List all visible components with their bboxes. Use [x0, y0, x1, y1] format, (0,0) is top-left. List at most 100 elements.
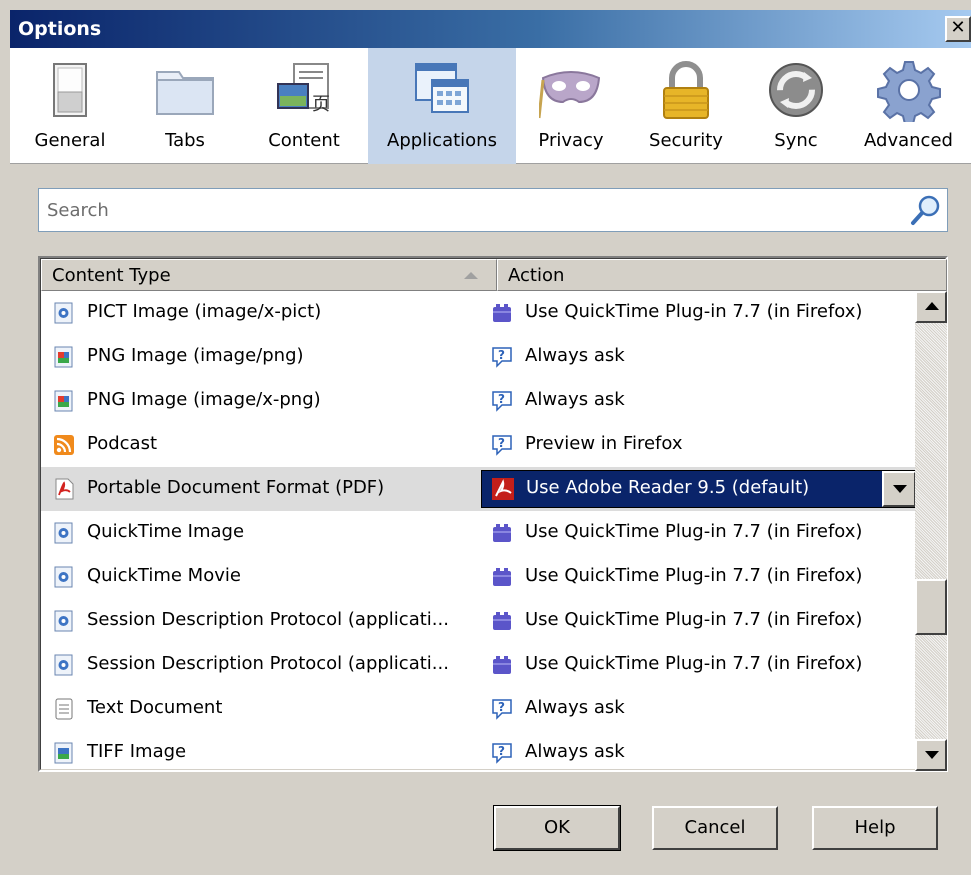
content-type-cell: QuickTime Movie: [49, 555, 479, 599]
quicktime-file-icon: [54, 522, 73, 544]
options-dialog: Options ✕ General Tabs 页 Content Applica…: [0, 0, 971, 875]
tab-security[interactable]: Security: [626, 48, 746, 164]
content-type-label: Podcast: [87, 433, 158, 454]
advanced-gear-icon: [876, 61, 941, 122]
svg-text:页: 页: [312, 94, 330, 115]
action-cell[interactable]: Use QuickTime Plug-in 7.7 (in Firefox): [487, 599, 907, 643]
action-cell[interactable]: Use QuickTime Plug-in 7.7 (in Firefox): [487, 643, 907, 687]
content-type-label: Session Description Protocol (applicati.…: [87, 609, 449, 630]
ok-button[interactable]: OK: [493, 805, 621, 851]
action-cell[interactable]: Use QuickTime Plug-in 7.7 (in Firefox): [487, 555, 907, 599]
tab-content[interactable]: 页 Content: [240, 48, 368, 164]
table-row[interactable]: Podcast ? Preview in Firefox: [41, 423, 915, 467]
options-toolbar: General Tabs 页 Content Applications Priv…: [10, 48, 971, 164]
tab-privacy[interactable]: Privacy: [516, 48, 626, 164]
action-label: Always ask: [525, 741, 625, 762]
content-type-cell: Text Document: [49, 687, 479, 731]
scroll-down-button[interactable]: [915, 739, 947, 771]
action-cell[interactable]: Use QuickTime Plug-in 7.7 (in Firefox): [487, 291, 907, 335]
table-row[interactable]: Text Document ? Always ask: [41, 687, 915, 731]
table-row-selected[interactable]: Portable Document Format (PDF) Use Adobe…: [41, 467, 915, 511]
table-frame: Content Type Action PICT Image (image/x-…: [40, 258, 947, 771]
action-dropdown[interactable]: Use Adobe Reader 9.5 (default): [481, 470, 915, 508]
search-icon[interactable]: [909, 193, 943, 227]
table-row[interactable]: PNG Image (image/png) ? Always ask: [41, 335, 915, 379]
tab-sync[interactable]: Sync: [746, 48, 846, 164]
content-type-cell: Portable Document Format (PDF): [49, 467, 479, 511]
content-type-label: QuickTime Image: [87, 521, 245, 542]
arrow-down-icon: [925, 751, 939, 759]
table-row[interactable]: PICT Image (image/x-pict) Use QuickTime …: [41, 291, 915, 335]
content-type-label: Session Description Protocol (applicati.…: [87, 653, 449, 674]
column-header-content-type[interactable]: Content Type: [41, 259, 497, 291]
ask-icon: ?: [492, 435, 512, 456]
title-bar[interactable]: Options ✕: [10, 10, 971, 48]
tab-label: Advanced: [864, 130, 953, 151]
quicktime-file-icon: [54, 610, 73, 632]
content-type-cell: Session Description Protocol (applicati.…: [49, 643, 479, 687]
ask-icon: ?: [492, 699, 512, 720]
table-header: Content Type Action: [41, 259, 947, 291]
action-label: Always ask: [525, 345, 625, 366]
action-cell[interactable]: ? Always ask: [487, 731, 907, 771]
sort-ascending-icon: [464, 272, 478, 279]
action-cell[interactable]: Use QuickTime Plug-in 7.7 (in Firefox): [487, 511, 907, 555]
image-file-icon: [54, 346, 73, 368]
svg-text:?: ?: [498, 700, 505, 714]
vertical-scrollbar[interactable]: [915, 291, 947, 771]
quicktime-file-icon: [54, 302, 73, 324]
action-cell[interactable]: ? Always ask: [487, 379, 907, 423]
close-icon: ✕: [950, 17, 966, 38]
action-label: Use QuickTime Plug-in 7.7 (in Firefox): [525, 653, 863, 674]
table-row[interactable]: Session Description Protocol (applicati.…: [41, 599, 915, 643]
action-label: Always ask: [525, 389, 625, 410]
content-type-label: QuickTime Movie: [87, 565, 241, 586]
search-box: [38, 188, 948, 232]
scroll-thumb[interactable]: [915, 579, 947, 635]
close-button[interactable]: ✕: [945, 16, 971, 42]
window-title: Options: [18, 18, 102, 40]
action-cell[interactable]: ? Preview in Firefox: [487, 423, 907, 467]
table-row[interactable]: Session Description Protocol (applicati.…: [41, 643, 915, 687]
svg-text:?: ?: [498, 392, 505, 406]
action-label: Use QuickTime Plug-in 7.7 (in Firefox): [525, 301, 863, 322]
content-type-cell: QuickTime Image: [49, 511, 479, 555]
content-type-table: Content Type Action PICT Image (image/x-…: [38, 256, 948, 772]
tab-tabs[interactable]: Tabs: [130, 48, 240, 164]
quicktime-file-icon: [54, 566, 73, 588]
help-button[interactable]: Help: [812, 806, 938, 850]
pdf-file-icon: [55, 478, 74, 500]
action-cell[interactable]: ? Always ask: [487, 335, 907, 379]
arrow-up-icon: [925, 302, 939, 310]
tab-general[interactable]: General: [10, 48, 130, 164]
content-type-cell: TIFF Image: [49, 731, 479, 771]
content-type-label: PNG Image (image/x-png): [87, 389, 321, 410]
ask-icon: ?: [492, 391, 512, 412]
table-row[interactable]: TIFF Image ? Always ask: [41, 731, 915, 771]
privacy-mask-icon: [539, 71, 601, 119]
applications-icon: [415, 63, 469, 113]
image-file-icon: [54, 390, 73, 412]
column-header-action[interactable]: Action: [497, 259, 947, 291]
ask-icon: ?: [492, 743, 512, 764]
search-input[interactable]: [47, 195, 897, 225]
content-type-cell: Session Description Protocol (applicati.…: [49, 599, 479, 643]
content-type-cell: PNG Image (image/png): [49, 335, 479, 379]
scroll-up-button[interactable]: [915, 291, 947, 323]
action-cell[interactable]: ? Always ask: [487, 687, 907, 731]
tab-advanced[interactable]: Advanced: [846, 48, 971, 164]
cancel-button[interactable]: Cancel: [652, 806, 778, 850]
tab-label: Tabs: [165, 130, 205, 151]
dropdown-button[interactable]: [882, 471, 915, 507]
content-icon: 页: [277, 63, 330, 115]
action-label: Use QuickTime Plug-in 7.7 (in Firefox): [525, 521, 863, 542]
column-header-label: Action: [508, 265, 565, 286]
table-row[interactable]: QuickTime Movie Use QuickTime Plug-in 7.…: [41, 555, 915, 599]
svg-text:?: ?: [498, 436, 505, 450]
plugin-icon: [493, 304, 511, 322]
table-row[interactable]: PNG Image (image/x-png) ? Always ask: [41, 379, 915, 423]
tab-label: Sync: [774, 130, 818, 151]
tab-applications[interactable]: Applications: [368, 48, 516, 164]
table-row[interactable]: QuickTime Image Use QuickTime Plug-in 7.…: [41, 511, 915, 555]
plugin-icon: [493, 568, 511, 586]
